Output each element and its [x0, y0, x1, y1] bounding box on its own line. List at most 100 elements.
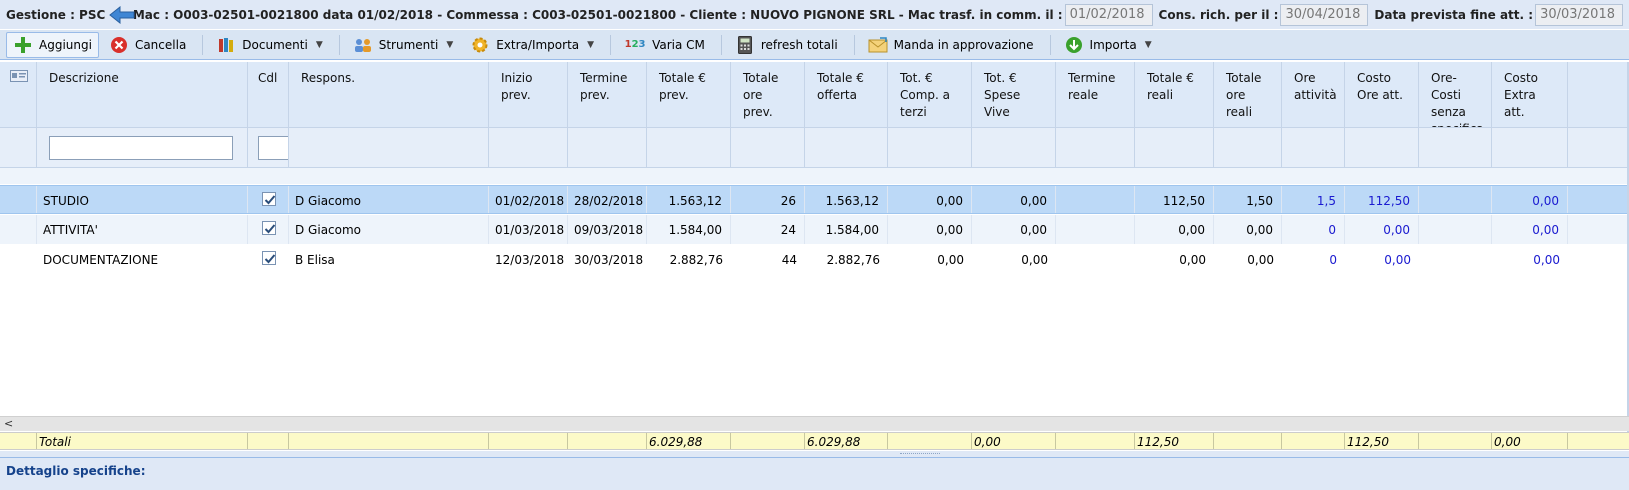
totals-offerta: 6.029,88: [805, 433, 888, 449]
documents-label: Documenti: [242, 37, 308, 52]
tools-menu-button[interactable]: Strumenti ▼: [346, 32, 461, 58]
column-header-cdl[interactable]: Cdl: [248, 62, 289, 127]
column-header-ore-reali[interactable]: Totale ore reali: [1214, 62, 1282, 127]
splitter-grip[interactable]: [900, 453, 940, 455]
fine-date-field[interactable]: 30/03/2018: [1535, 3, 1623, 26]
totals-cell: [489, 433, 568, 449]
cell-descrizione: ATTIVITA': [37, 215, 248, 244]
toolbar-separator: [1049, 34, 1051, 55]
scroll-left-arrow-icon[interactable]: <: [4, 417, 13, 430]
column-header-costo-extra[interactable]: Costo Extra att.: [1492, 62, 1568, 127]
totals-cell: [1282, 433, 1345, 449]
filter-cell: [888, 128, 972, 167]
table-row[interactable]: STUDIO D Giacomo 01/02/2018 28/02/2018 1…: [0, 185, 1629, 214]
column-header-spese-vive[interactable]: Tot. € Spese Vive: [972, 62, 1056, 127]
trasf-date-field[interactable]: 01/02/2018: [1064, 3, 1153, 26]
column-header-totale-reali[interactable]: Totale € reali: [1135, 62, 1214, 127]
header-bar: Gestione : PSC Mac : O003-02501-0021800 …: [0, 0, 1629, 29]
filter-cell: [1492, 128, 1568, 167]
filter-cell: [647, 128, 731, 167]
column-header-costo-ore[interactable]: Costo Ore att.: [1345, 62, 1419, 127]
filter-cell: [731, 128, 805, 167]
chevron-down-icon: ▼: [1144, 39, 1152, 50]
cell-senza: [1419, 245, 1492, 274]
totals-reali: 112,50: [1135, 433, 1214, 449]
cell-ore-reali: 0,00: [1247, 253, 1274, 267]
column-header-respons[interactable]: Respons.: [289, 62, 489, 127]
plus-icon: [13, 35, 33, 55]
column-header-ore-prev[interactable]: Totale ore prev.: [731, 62, 805, 127]
add-button-label: Aggiungi: [39, 37, 92, 52]
checkbox-checked[interactable]: [262, 251, 276, 265]
extra-import-menu-button[interactable]: Extra/Importa ▼: [463, 32, 601, 58]
row-indicator: [0, 186, 37, 213]
detail-panel: Dettaglio specifiche:: [0, 457, 1629, 490]
numbers-icon: 123: [624, 39, 646, 50]
cell-senza: [1419, 186, 1492, 213]
add-button[interactable]: Aggiungi: [6, 31, 99, 58]
cell-respons: D Giacomo: [289, 186, 489, 213]
varia-cm-button[interactable]: 123 Varia CM: [617, 32, 712, 58]
column-header-totale-prev[interactable]: Totale € prev.: [647, 62, 731, 127]
filter-cell: [1056, 128, 1135, 167]
cell-descrizione: DOCUMENTAZIONE: [43, 253, 159, 267]
column-header-senza-specifica[interactable]: Ore-Costi senza specifica: [1419, 62, 1492, 127]
toolbar-separator: [610, 34, 612, 55]
chevron-down-icon: ▼: [315, 39, 323, 50]
toolbar-separator: [202, 34, 204, 55]
column-header-termine-prev[interactable]: Termine prev.: [568, 62, 647, 127]
cell-inizio: 01/03/2018: [489, 215, 568, 244]
totals-cell: [1056, 433, 1135, 449]
grid-filter-row: [0, 128, 1629, 168]
cell-termine-reale: [1056, 245, 1135, 274]
cell-reali: 112,50: [1135, 186, 1214, 213]
back-arrow-icon[interactable]: [109, 5, 135, 24]
checkbox-checked[interactable]: [262, 192, 276, 206]
table-row[interactable]: ATTIVITA' D Giacomo 01/03/2018 09/03/201…: [0, 215, 1629, 244]
cell-ore-att: 0: [1329, 253, 1337, 267]
column-header-offerta[interactable]: Totale € offerta: [805, 62, 888, 127]
extra-import-label: Extra/Importa: [496, 37, 580, 52]
horizontal-scrollbar[interactable]: <: [0, 416, 1629, 431]
cell-ore-att: 0: [1282, 215, 1345, 244]
cell-spese: 0,00: [972, 186, 1056, 213]
filter-cell: [289, 128, 489, 167]
cancel-icon: [109, 35, 129, 55]
grid-spacer: [0, 168, 1629, 184]
column-header-descrizione[interactable]: Descrizione: [37, 62, 248, 127]
cell-offerta: 2.882,76: [826, 253, 880, 267]
checkbox-checked[interactable]: [262, 221, 276, 235]
send-approval-button[interactable]: Manda in approvazione: [861, 32, 1041, 58]
cell-descrizione: STUDIO: [37, 186, 248, 213]
column-header-ore-attivita[interactable]: Ore attività: [1282, 62, 1345, 127]
import-menu-button[interactable]: Importa ▼: [1057, 32, 1159, 58]
cell-cdl: [248, 186, 289, 213]
totals-cell: [888, 433, 972, 449]
cell-tot-prev: 1.563,12: [647, 186, 731, 213]
totals-label: Totali: [37, 433, 248, 449]
column-header-termine-reale[interactable]: Termine reale: [1056, 62, 1135, 127]
books-icon: [216, 35, 236, 55]
delete-button-label: Cancella: [134, 37, 187, 52]
cell-costo-ore: 0,00: [1345, 215, 1419, 244]
totals-cell: [289, 433, 489, 449]
cdl-filter-input[interactable]: [258, 136, 288, 160]
totals-tot-prev: 6.029,88: [647, 433, 731, 449]
column-header-inizio-prev[interactable]: Inizio prev.: [489, 62, 568, 127]
column-header-icon[interactable]: [0, 62, 37, 127]
cons-date-field[interactable]: 30/04/2018: [1280, 3, 1369, 26]
filter-cell: [248, 128, 289, 167]
totals-cell: [568, 433, 647, 449]
cell-offerta: 1.563,12: [805, 186, 888, 213]
description-filter-input[interactable]: [49, 136, 233, 160]
table-row[interactable]: DOCUMENTAZIONE B Elisa 12/03/2018 30/03/…: [0, 245, 1629, 274]
column-header-comp-terzi[interactable]: Tot. € Comp. a terzi: [888, 62, 972, 127]
refresh-totals-button[interactable]: refresh totali: [728, 32, 845, 58]
cell-ore-prev: 26: [731, 186, 805, 213]
documents-menu-button[interactable]: Documenti ▼: [209, 32, 329, 58]
delete-button[interactable]: Cancella: [102, 32, 193, 58]
toolbar-separator: [338, 34, 340, 55]
cell-inizio: 01/02/2018: [489, 186, 568, 213]
cell-respons: B Elisa: [295, 253, 335, 267]
totals-cell: [1568, 433, 1629, 449]
